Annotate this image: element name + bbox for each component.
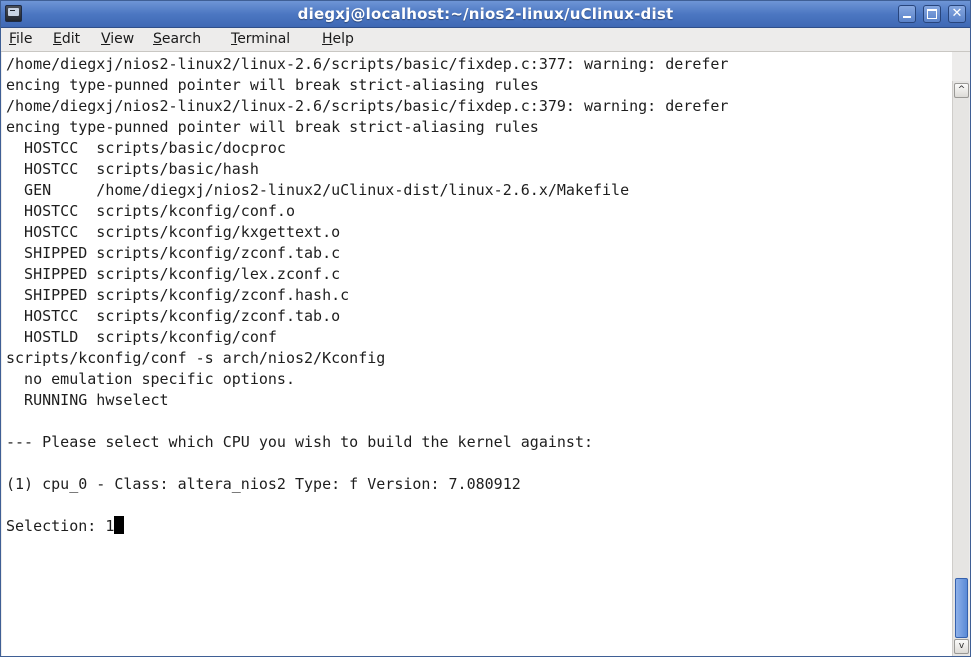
window-title: diegxj@localhost:~/nios2-linux/uClinux-d… xyxy=(297,5,674,23)
menu-edit-label: dit xyxy=(61,31,81,47)
terminal-line: no emulation specific options. xyxy=(6,370,295,388)
vertical-scrollbar[interactable]: ^ v xyxy=(952,81,969,656)
scroll-down-button[interactable]: v xyxy=(954,639,969,654)
menu-terminal[interactable]: Terminal xyxy=(229,31,292,48)
terminal-line: --- Please select which CPU you wish to … xyxy=(6,433,593,451)
menu-edit-mnemonic: E xyxy=(53,31,62,47)
chevron-down-icon: v xyxy=(958,641,965,651)
title-bar[interactable]: diegxj@localhost:~/nios2-linux/uClinux-d… xyxy=(1,1,970,28)
terminal-line: HOSTCC scripts/kconfig/conf.o xyxy=(6,202,295,220)
close-icon: ✕ xyxy=(951,6,963,21)
terminal-line: HOSTCC scripts/kconfig/kxgettext.o xyxy=(6,223,341,241)
terminal-line: GEN /home/diegxj/nios2-linux2/uClinux-di… xyxy=(6,181,630,199)
maximize-button[interactable] xyxy=(922,5,941,23)
scroll-thumb[interactable] xyxy=(955,578,968,638)
terminal-line: HOSTCC scripts/kconfig/zconf.tab.o xyxy=(6,307,341,325)
terminal-line: scripts/kconfig/conf -s arch/nios2/Kconf… xyxy=(6,349,386,367)
terminal-line: RUNNING hwselect xyxy=(6,391,169,409)
selection-input[interactable]: 1 xyxy=(105,517,114,535)
terminal-line: /home/diegxj/nios2-linux2/linux-2.6/scri… xyxy=(6,55,729,73)
scroll-up-button[interactable]: ^ xyxy=(954,83,969,98)
terminal-line: SHIPPED scripts/kconfig/zconf.tab.c xyxy=(6,244,341,262)
terminal-line: encing type-punned pointer will break st… xyxy=(6,118,539,136)
block-cursor xyxy=(114,516,125,534)
menu-help[interactable]: Help xyxy=(320,31,356,48)
terminal-window: diegxj@localhost:~/nios2-linux/uClinux-d… xyxy=(0,0,971,657)
menu-file-mnemonic: F xyxy=(9,31,17,47)
menu-terminal-label: erminal xyxy=(237,31,291,47)
scroll-track[interactable] xyxy=(954,99,969,638)
terminal-line: HOSTCC scripts/basic/hash xyxy=(6,160,259,178)
selection-prompt: Selection: xyxy=(6,517,106,535)
menu-search-label: earch xyxy=(161,31,202,47)
terminal-line: (1) cpu_0 - Class: altera_nios2 Type: f … xyxy=(6,475,521,493)
terminal-output[interactable]: /home/diegxj/nios2-linux2/linux-2.6/scri… xyxy=(2,52,952,656)
menu-help-label: elp xyxy=(332,31,354,47)
terminal-prompt-line[interactable]: Selection: 1 xyxy=(6,516,125,537)
menu-bar: File Edit View Search Terminal Help xyxy=(1,28,970,52)
menu-view[interactable]: View xyxy=(99,31,136,48)
menu-help-mnemonic: H xyxy=(322,31,333,47)
chevron-up-icon: ^ xyxy=(957,85,966,95)
terminal-line: HOSTCC scripts/basic/docproc xyxy=(6,139,286,157)
minimize-button[interactable] xyxy=(897,5,916,23)
terminal-line: /home/diegxj/nios2-linux2/linux-2.6/scri… xyxy=(6,97,729,115)
close-button[interactable]: ✕ xyxy=(948,5,966,23)
terminal-line: SHIPPED scripts/kconfig/lex.zconf.c xyxy=(6,265,341,283)
window-controls: ✕ xyxy=(896,5,966,24)
terminal-line: encing type-punned pointer will break st… xyxy=(6,76,539,94)
maximize-icon xyxy=(926,9,937,19)
menu-view-label: iew xyxy=(110,31,135,47)
terminal-line: HOSTLD scripts/kconfig/conf xyxy=(6,328,277,346)
menu-file[interactable]: File xyxy=(7,31,34,48)
menu-view-mnemonic: V xyxy=(101,31,111,47)
menu-edit[interactable]: Edit xyxy=(51,31,82,48)
minimize-icon xyxy=(902,16,911,18)
terminal-line: SHIPPED scripts/kconfig/zconf.hash.c xyxy=(6,286,350,304)
menu-search-mnemonic: S xyxy=(153,31,162,47)
menu-file-label: ile xyxy=(16,31,33,47)
menu-search[interactable]: Search xyxy=(151,31,203,48)
